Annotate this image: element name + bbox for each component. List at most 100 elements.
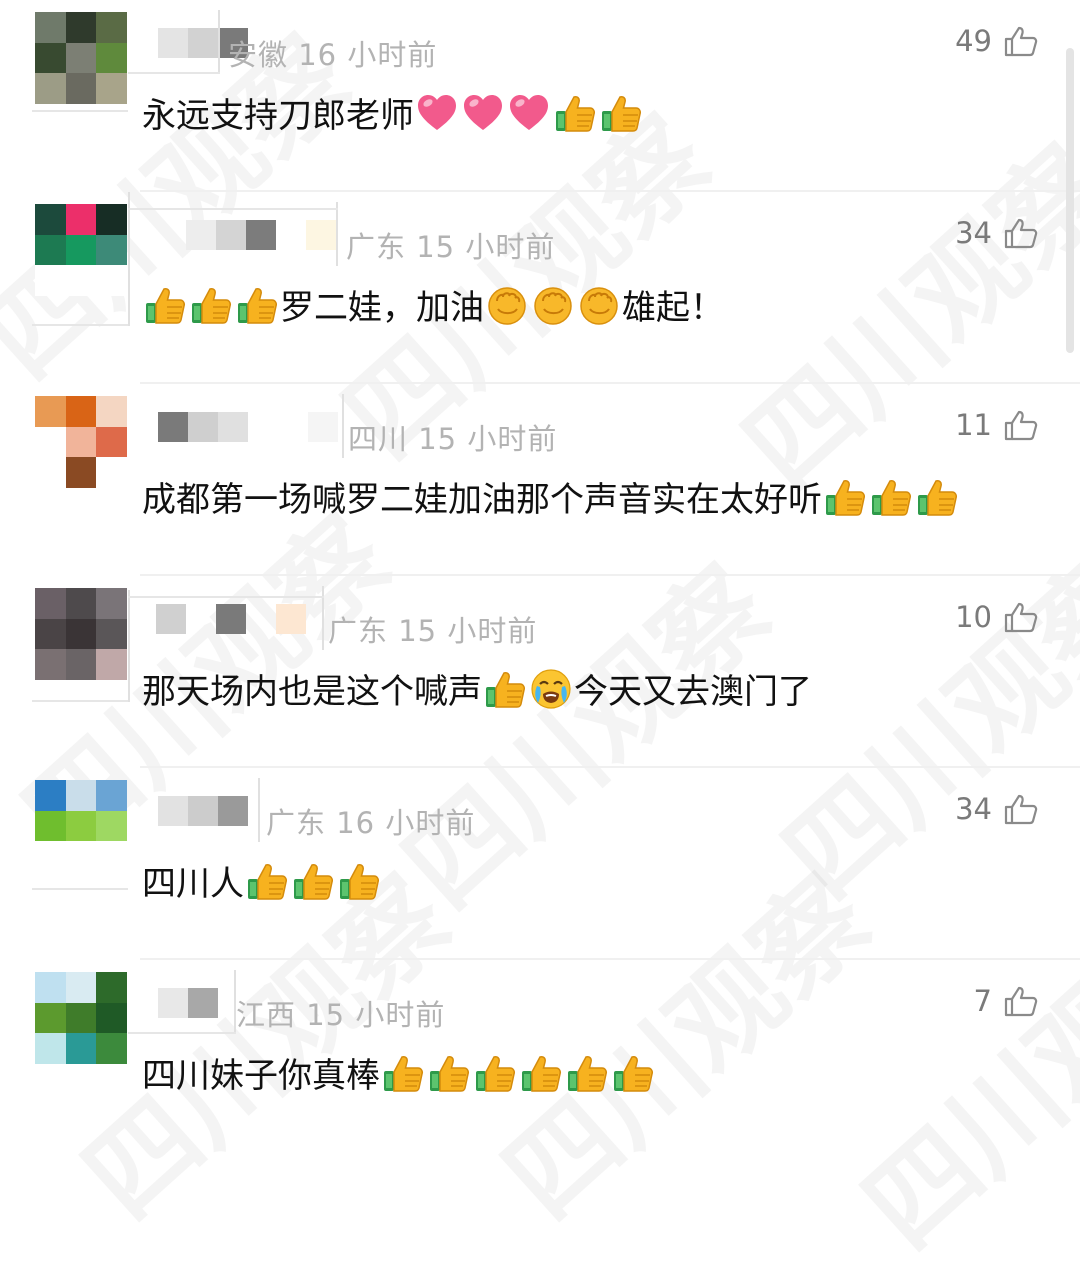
avatar-pixel — [96, 810, 127, 842]
like-group[interactable]: 11 — [955, 408, 1038, 442]
avatar-pixel — [65, 810, 97, 842]
thumbs-up-emoji-icon — [473, 1051, 517, 1095]
avatar-pixel — [96, 649, 127, 680]
like-count: 11 — [955, 408, 992, 442]
avatar-pixel — [96, 972, 127, 1003]
avatar-pixel — [65, 204, 97, 235]
like-count: 49 — [955, 24, 992, 58]
thumbs-up-emoji-icon — [519, 1051, 563, 1095]
avatar[interactable] — [35, 780, 127, 872]
avatar-pixel — [35, 810, 66, 842]
thumbs-up-outline-icon[interactable] — [1004, 793, 1038, 825]
comment-location-time: 江西 15 小时前 — [236, 998, 446, 1032]
raised-fist-emoji-icon — [485, 283, 529, 327]
like-count: 10 — [955, 600, 992, 634]
comment-list: 四川观察 四川观察 四川观察 四川观察 四川观察 四川观察 四川观察 四川观察 … — [0, 0, 1080, 1272]
thumbs-up-emoji-icon — [245, 859, 289, 903]
thumbs-up-emoji-icon — [823, 475, 867, 519]
avatar[interactable] — [35, 588, 127, 680]
comment-text: 四川妹子你真棒 — [142, 1048, 656, 1097]
raised-fist-emoji-icon — [577, 283, 621, 327]
thumbs-up-emoji-icon — [611, 1051, 655, 1095]
avatar-pixel — [65, 457, 97, 488]
avatar-pixel — [96, 426, 127, 458]
avatar-pixel — [65, 396, 97, 427]
avatar-pixel — [35, 73, 66, 104]
avatar-pixel — [96, 204, 127, 235]
avatar-pixel — [35, 649, 66, 680]
avatar-pixel — [96, 457, 127, 488]
avatar-pixel — [65, 234, 97, 266]
like-group[interactable]: 10 — [955, 600, 1038, 634]
avatar[interactable] — [35, 972, 127, 1064]
thumbs-up-emoji-icon — [553, 91, 597, 135]
like-group[interactable]: 7 — [974, 984, 1038, 1018]
avatar-pixel — [96, 780, 127, 811]
comment-text-content: 四川人 — [142, 864, 244, 904]
comment-item: 江西 15 小时前 7 四川妹子你真棒 — [0, 960, 1080, 1137]
avatar-pixel — [35, 265, 66, 296]
avatar-pixel — [65, 1002, 97, 1034]
like-group[interactable]: 34 — [955, 216, 1038, 250]
thumbs-up-outline-icon[interactable] — [1004, 217, 1038, 249]
avatar-pixel — [35, 234, 66, 266]
avatar-pixel — [65, 426, 97, 458]
avatar-pixel — [35, 12, 66, 43]
thumbs-up-emoji-icon — [381, 1051, 425, 1095]
comment-text: 成都第一场喊罗二娃加油那个声音实在太好听 — [142, 472, 960, 521]
thumbs-up-emoji-icon — [235, 283, 279, 327]
avatar-pixel — [65, 780, 97, 811]
comment-item: 广东 16 小时前 34 四川人 — [0, 768, 1080, 960]
thumbs-up-outline-icon[interactable] — [1004, 25, 1038, 57]
avatar-pixel — [96, 618, 127, 650]
avatar-pixel — [35, 588, 66, 619]
like-count: 7 — [973, 984, 992, 1018]
avatar-pixel — [35, 780, 66, 811]
thumbs-up-outline-icon[interactable] — [1004, 601, 1038, 633]
like-group[interactable]: 34 — [955, 792, 1038, 826]
avatar-pixel — [65, 265, 97, 296]
avatar-pixel — [35, 457, 66, 488]
thumbs-up-emoji-icon — [599, 91, 643, 135]
thumbs-up-outline-icon[interactable] — [1004, 985, 1038, 1017]
avatar-divider — [32, 110, 128, 112]
avatar-pixel — [65, 841, 97, 872]
comment-text-content: 永远支持刀郎老师 — [142, 96, 414, 136]
avatar[interactable] — [35, 12, 127, 104]
avatar[interactable] — [35, 396, 127, 488]
comment-text-content: 四川妹子你真棒 — [142, 1056, 380, 1096]
avatar-pixel — [35, 841, 66, 872]
comment-item: 广东 15 小时前 10 那天场内也是这个喊声 今天又去澳门了 — [0, 576, 1080, 768]
avatar-pixel — [96, 12, 127, 43]
avatar-pixel — [96, 588, 127, 619]
thumbs-up-outline-icon[interactable] — [1004, 409, 1038, 441]
comment-location-time: 安徽 16 小时前 — [228, 38, 438, 72]
avatar-pixel — [96, 265, 127, 296]
avatar-pixel — [65, 618, 97, 650]
avatar-pixel — [65, 12, 97, 43]
loudly-crying-emoji-icon — [529, 667, 573, 711]
like-count: 34 — [955, 216, 992, 250]
thumbs-up-emoji-icon — [565, 1051, 609, 1095]
pink-heart-emoji-icon — [507, 91, 551, 135]
avatar[interactable] — [35, 204, 127, 296]
scrollbar[interactable] — [1066, 48, 1074, 353]
comment-text-content: 雄起！ — [622, 288, 724, 328]
pink-heart-emoji-icon — [415, 91, 459, 135]
avatar-pixel — [35, 1002, 66, 1034]
comment-text: 四川人 — [142, 856, 382, 905]
comment-location-time: 四川 15 小时前 — [348, 422, 558, 456]
thumbs-up-emoji-icon — [915, 475, 959, 519]
thumbs-up-emoji-icon — [291, 859, 335, 903]
comment-location-time: 广东 16 小时前 — [266, 806, 476, 840]
comment-location-time: 广东 15 小时前 — [328, 614, 538, 648]
thumbs-up-emoji-icon — [483, 667, 527, 711]
comment-location-time: 广东 15 小时前 — [346, 230, 556, 264]
comment-text: 罗二娃，加油 雄起！ — [142, 280, 724, 329]
comment-item: 安徽 16 小时前 49 永远支持刀郎老师 — [0, 0, 1080, 192]
avatar-pixel — [65, 588, 97, 619]
thumbs-up-emoji-icon — [189, 283, 233, 327]
raised-fist-emoji-icon — [531, 283, 575, 327]
like-group[interactable]: 49 — [955, 24, 1038, 58]
comment-text-content: 成都第一场喊罗二娃加油那个声音实在太好听 — [142, 480, 822, 520]
